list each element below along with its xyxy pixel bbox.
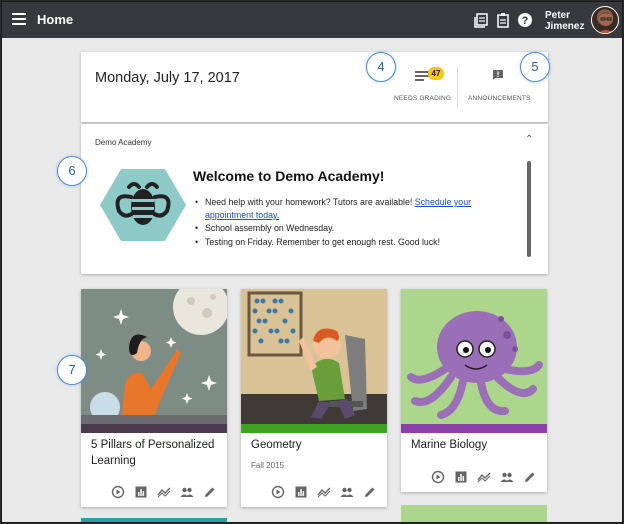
avatar-image <box>598 12 614 33</box>
page-title: Home <box>37 12 74 27</box>
people-icon[interactable] <box>500 470 514 484</box>
help-icon[interactable]: ? <box>517 12 533 28</box>
chart-icon[interactable] <box>294 485 308 499</box>
bullet-text: Need help with your homework? Tutors are… <box>205 197 415 207</box>
trend-icon[interactable] <box>477 470 491 484</box>
course-card-partial[interactable] <box>81 518 227 522</box>
top-bar: Home ? Peter Jimenez <box>2 2 622 38</box>
welcome-title: Welcome to Demo Academy! <box>193 168 385 184</box>
course-card-partial[interactable] <box>401 505 547 522</box>
course-actions <box>111 485 221 499</box>
clipboard-icon[interactable] <box>495 12 511 28</box>
play-icon[interactable] <box>111 485 125 499</box>
course-name[interactable]: 5 Pillars of Personalized Learning <box>91 437 227 469</box>
trend-icon[interactable] <box>157 485 171 499</box>
course-name[interactable]: Geometry <box>251 437 302 453</box>
callout-5: 5 <box>520 52 550 82</box>
chart-icon[interactable] <box>134 485 148 499</box>
scrollbar[interactable] <box>527 161 531 257</box>
course-card[interactable]: 5 Pillars of Personalized Learning <box>81 289 227 507</box>
announcement-icon[interactable] <box>492 69 504 81</box>
play-icon[interactable] <box>431 470 445 484</box>
people-icon[interactable] <box>340 485 354 499</box>
course-image <box>81 289 227 424</box>
academy-announcement-card: Demo Academy ⌃ Welcome to Demo Academy! … <box>81 124 548 274</box>
course-color-stripe <box>401 424 547 433</box>
list-item: Testing on Friday. Remember to get enoug… <box>193 236 511 249</box>
divider <box>457 66 458 108</box>
list-item: Need help with your homework? Tutors are… <box>193 196 511 222</box>
course-term: Fall 2015 <box>251 461 284 470</box>
edit-icon[interactable] <box>203 485 217 499</box>
user-name[interactable]: Peter Jimenez <box>545 10 584 32</box>
course-actions <box>271 485 381 499</box>
edit-icon[interactable] <box>523 470 537 484</box>
academy-name: Demo Academy <box>95 138 152 147</box>
course-color-stripe <box>81 424 227 433</box>
edit-icon[interactable] <box>363 485 377 499</box>
course-color-stripe <box>241 424 387 433</box>
course-actions <box>431 470 541 484</box>
user-first-name: Peter <box>545 10 571 21</box>
play-icon[interactable] <box>271 485 285 499</box>
course-card[interactable]: Marine Biology <box>401 289 547 492</box>
course-image <box>241 289 387 424</box>
course-name[interactable]: Marine Biology <box>411 437 487 453</box>
current-date: Monday, July 17, 2017 <box>95 70 240 86</box>
trend-icon[interactable] <box>317 485 331 499</box>
course-image <box>401 289 547 424</box>
announcements-label[interactable]: ANNOUNCEMENTS <box>468 95 531 102</box>
list-item: School assembly on Wednesday. <box>193 222 511 235</box>
needs-grading-icon[interactable] <box>415 71 429 81</box>
academy-logo <box>100 169 186 241</box>
menu-icon[interactable] <box>12 13 26 25</box>
date-header-card: Monday, July 17, 2017 47 NEEDS GRADING A… <box>81 52 548 122</box>
people-icon[interactable] <box>180 485 194 499</box>
callout-6: 6 <box>57 156 87 186</box>
chevron-up-icon[interactable]: ⌃ <box>525 134 533 145</box>
needs-grading-badge: 47 <box>428 67 444 80</box>
announcement-list: Need help with your homework? Tutors are… <box>193 196 511 249</box>
callout-7: 7 <box>57 355 87 385</box>
callout-4: 4 <box>366 52 396 82</box>
user-last-name: Jimenez <box>545 21 585 32</box>
svg-text:?: ? <box>522 15 529 27</box>
course-card[interactable]: Geometry Fall 2015 <box>241 289 387 507</box>
chart-icon[interactable] <box>454 470 468 484</box>
needs-grading-label[interactable]: NEEDS GRADING <box>394 95 451 102</box>
notes-icon[interactable] <box>473 12 489 28</box>
app-window: Home ? Peter Jimenez Monday, July 17, 20… <box>1 1 623 523</box>
avatar[interactable] <box>591 6 619 34</box>
